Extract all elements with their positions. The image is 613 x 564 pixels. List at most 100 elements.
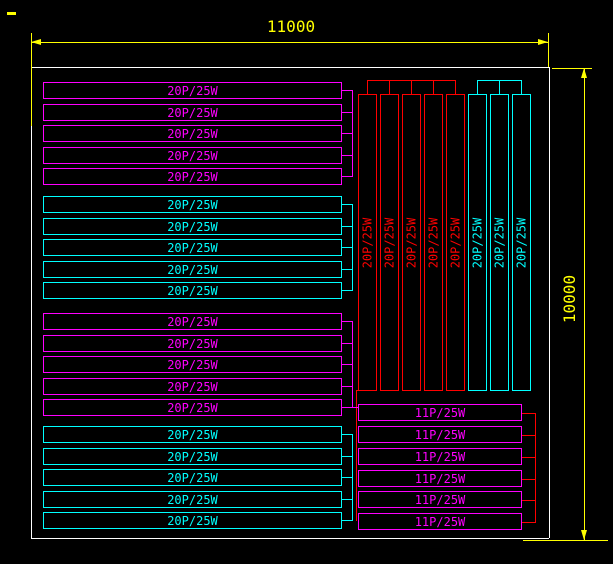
fixture-bar-vert-0-3: 20P/25W: [424, 94, 443, 391]
fixture-label: 20P/25W: [167, 472, 218, 484]
dim-width-label: 11000: [267, 19, 315, 35]
circuit-bus: [352, 204, 353, 291]
fixture-label: 20P/25W: [167, 171, 218, 183]
fixture-bar-vert-1-0: 20P/25W: [468, 94, 487, 391]
fixture-bar-vert-0-1: 20P/25W: [380, 94, 399, 391]
fixture-bar-left-3-4: 20P/25W: [43, 512, 342, 529]
circuit-feeder: [356, 390, 369, 391]
circuit-stub: [477, 80, 478, 94]
fixture-label: 20P/25W: [167, 150, 218, 162]
room-wall-right: [549, 67, 550, 538]
dim-height-label: 10000: [562, 275, 578, 323]
circuit-bus: [352, 321, 353, 408]
fixture-label: 20P/25W: [167, 264, 218, 276]
fixture-label: 11P/25W: [415, 516, 466, 528]
fixture-bar-bottom-1: 11P/25W: [358, 426, 522, 443]
circuit-stub: [389, 80, 390, 94]
room-wall-top: [31, 67, 549, 68]
circuit-bus: [535, 413, 536, 523]
circuit-feeder: [356, 390, 357, 521]
dim-height-ext-bottom: [523, 540, 608, 541]
fixture-label: 20P/25W: [167, 285, 218, 297]
fixture-label: 20P/25W: [167, 128, 218, 140]
circuit-stub: [521, 80, 522, 94]
circuit-stub: [522, 500, 536, 501]
dim-height-arrow-top: [581, 68, 587, 78]
circuit-feeder: [350, 407, 358, 408]
fixture-bar-vert-0-4: 20P/25W: [446, 94, 465, 391]
fixture-label: 20P/25W: [406, 217, 418, 268]
fixture-label: 11P/25W: [415, 473, 466, 485]
dim-width-line: [31, 42, 548, 43]
fixture-bar-left-2-3: 20P/25W: [43, 378, 342, 395]
cad-drawing-canvas: 11000 10000 20P/25W 20P/25W 20P/25W 20P/25W…: [0, 0, 613, 564]
dim-width-arrow-right: [538, 39, 548, 45]
fixture-bar-left-3-1: 20P/25W: [43, 448, 342, 465]
fixture-bar-left-0-4: 20P/25W: [43, 168, 342, 185]
circuit-stub: [522, 413, 536, 414]
fixture-bar-vert-0-0: 20P/25W: [358, 94, 377, 391]
circuit-bus: [352, 434, 353, 521]
fixture-bar-left-3-3: 20P/25W: [43, 491, 342, 508]
dim-width-ext-left: [31, 33, 32, 126]
fixture-label: 20P/25W: [472, 217, 484, 268]
fixture-bar-left-1-2: 20P/25W: [43, 239, 342, 256]
fixture-bar-bottom-0: 11P/25W: [358, 404, 522, 421]
fixture-bar-left-0-0: 20P/25W: [43, 82, 342, 99]
fixture-bar-left-2-0: 20P/25W: [43, 313, 342, 330]
fixture-bar-vert-1-1: 20P/25W: [490, 94, 509, 391]
fixture-label: 11P/25W: [415, 407, 466, 419]
circuit-stub: [411, 80, 412, 94]
fixture-bar-left-0-3: 20P/25W: [43, 147, 342, 164]
fixture-label: 20P/25W: [362, 217, 374, 268]
circuit-stub: [522, 522, 536, 523]
fixture-label: 20P/25W: [167, 107, 218, 119]
fixture-bar-vert-0-2: 20P/25W: [402, 94, 421, 391]
fixture-label: 20P/25W: [494, 217, 506, 268]
circuit-bus: [367, 80, 456, 81]
circuit-stub: [433, 80, 434, 94]
fixture-bar-left-0-1: 20P/25W: [43, 104, 342, 121]
fixture-bar-left-1-1: 20P/25W: [43, 218, 342, 235]
fixture-bar-bottom-3: 11P/25W: [358, 470, 522, 487]
fixture-bar-left-1-0: 20P/25W: [43, 196, 342, 213]
fixture-label: 20P/25W: [167, 451, 218, 463]
fixture-label: 20P/25W: [167, 242, 218, 254]
fixture-bar-bottom-5: 11P/25W: [358, 513, 522, 530]
fixture-label: 11P/25W: [415, 429, 466, 441]
circuit-stub: [522, 479, 536, 480]
fixture-bar-vert-1-2: 20P/25W: [512, 94, 531, 391]
room-wall-bottom: [31, 538, 549, 539]
fixture-label: 20P/25W: [167, 221, 218, 233]
fixture-label: 20P/25W: [167, 402, 218, 414]
circuit-stub: [522, 435, 536, 436]
fixture-label: 20P/25W: [167, 338, 218, 350]
fixture-label: 11P/25W: [415, 451, 466, 463]
fixture-label: 20P/25W: [167, 359, 218, 371]
fixture-bar-left-0-2: 20P/25W: [43, 125, 342, 142]
dim-height-line: [584, 68, 585, 540]
fixture-label: 20P/25W: [450, 217, 462, 268]
fixture-label: 20P/25W: [167, 199, 218, 211]
fixture-label: 20P/25W: [516, 217, 528, 268]
room-wall-left: [31, 67, 32, 538]
fixture-bar-left-3-2: 20P/25W: [43, 469, 342, 486]
circuit-stub: [367, 80, 368, 94]
corner-mark: [7, 12, 16, 15]
fixture-bar-bottom-2: 11P/25W: [358, 448, 522, 465]
dim-width-ext-right: [548, 33, 549, 67]
fixture-label: 11P/25W: [415, 494, 466, 506]
dim-width-arrow-left: [31, 39, 41, 45]
fixture-bar-left-2-2: 20P/25W: [43, 356, 342, 373]
circuit-stub: [499, 80, 500, 94]
fixture-label: 20P/25W: [167, 515, 218, 527]
fixture-label: 20P/25W: [428, 217, 440, 268]
fixture-bar-left-2-1: 20P/25W: [43, 335, 342, 352]
circuit-bus: [352, 90, 353, 177]
fixture-bar-left-1-4: 20P/25W: [43, 282, 342, 299]
fixture-bar-left-1-3: 20P/25W: [43, 261, 342, 278]
circuit-bus: [477, 80, 522, 81]
fixture-label: 20P/25W: [167, 381, 218, 393]
fixture-label: 20P/25W: [167, 429, 218, 441]
fixture-bar-left-3-0: 20P/25W: [43, 426, 342, 443]
